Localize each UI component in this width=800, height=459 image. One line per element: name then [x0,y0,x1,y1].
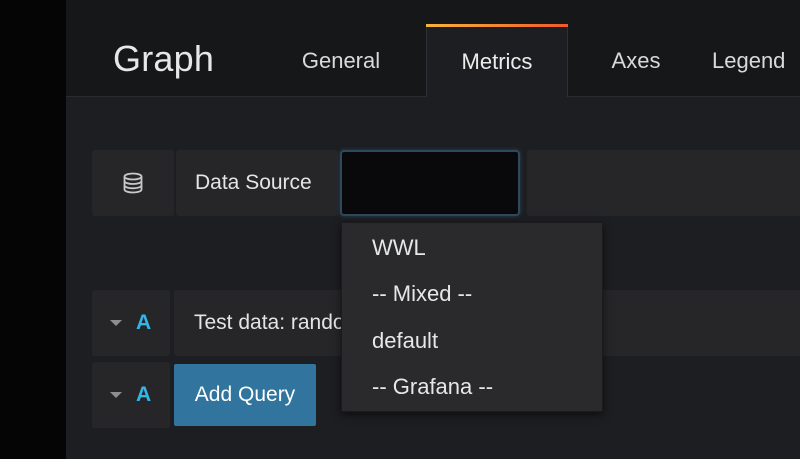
add-query-button[interactable]: Add Query [174,364,316,426]
dropdown-option-default[interactable]: default [372,328,438,354]
query-row-header[interactable]: A [92,290,170,356]
dropdown-option-mixed[interactable]: -- Mixed -- [372,281,472,307]
tab-legend[interactable]: Legend [712,26,800,96]
data-source-dropdown: WWL -- Mixed -- default -- Grafana -- [341,222,603,412]
dropdown-option-grafana[interactable]: -- Grafana -- [372,374,493,400]
add-query-row-header[interactable]: A [92,362,170,428]
panel-title: Graph [113,38,215,79]
data-source-input[interactable] [340,150,520,216]
data-source-label-box: Data Source [176,150,338,216]
data-source-row-filler [527,150,800,216]
tab-general[interactable]: General [282,26,400,96]
data-source-icon-box [92,150,174,216]
caret-down-icon[interactable] [110,392,122,398]
add-query-ref-letter: A [136,383,152,406]
tab-axes[interactable]: Axes [592,26,680,96]
data-source-label: Data Source [195,171,312,194]
dropdown-option-wwl[interactable]: WWL [372,235,426,261]
caret-down-icon[interactable] [110,320,122,326]
tab-metrics[interactable]: Metrics [426,24,568,98]
database-icon [123,172,143,194]
left-sidebar-strip [0,0,66,459]
query-ref-letter: A [136,311,152,334]
